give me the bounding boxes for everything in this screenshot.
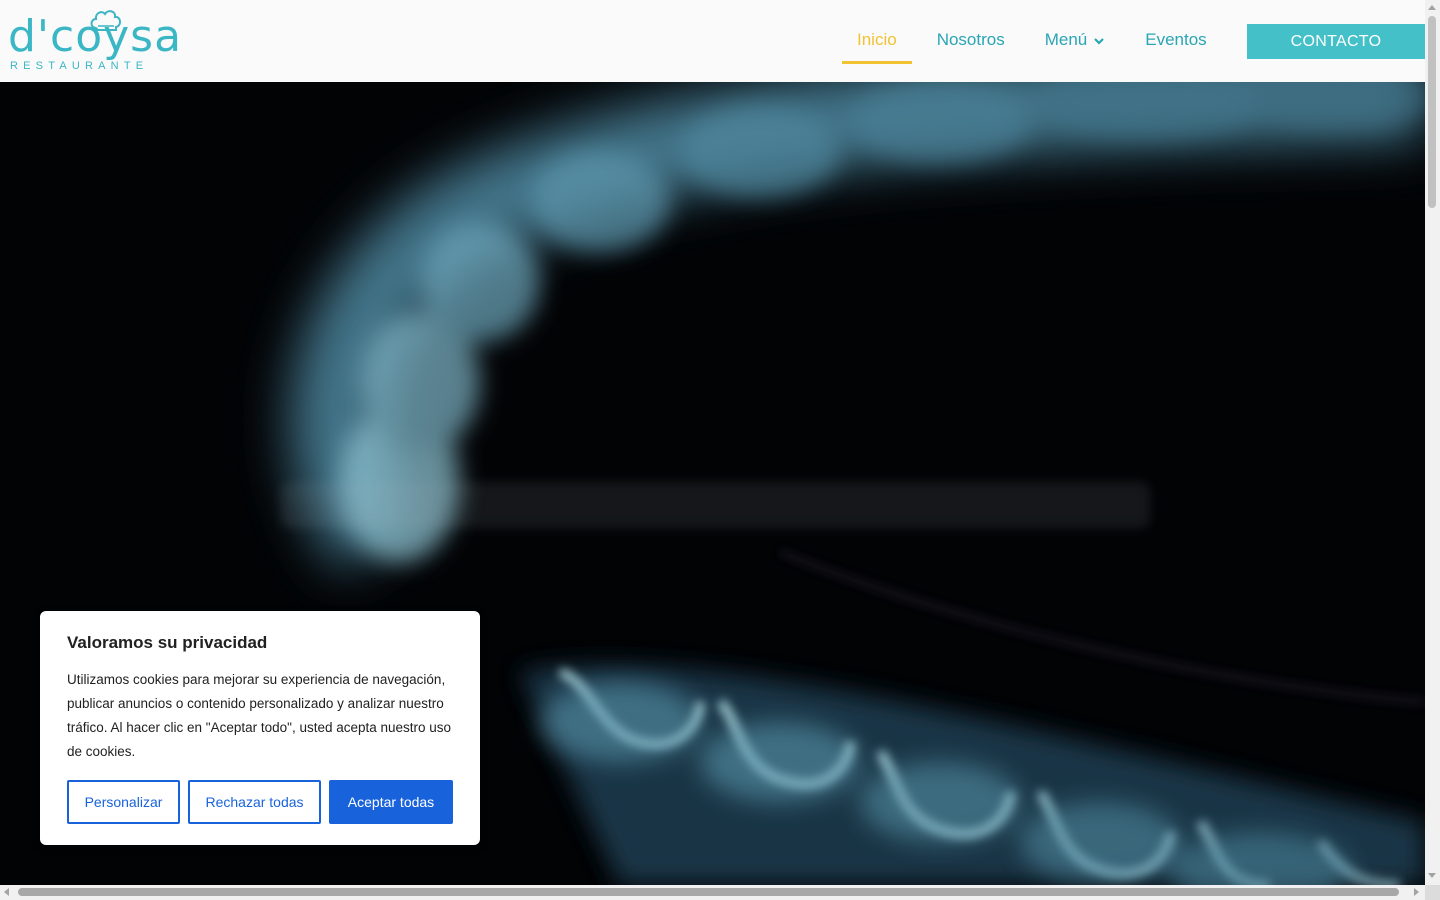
horizontal-scrollbar[interactable]: [0, 885, 1425, 900]
nav-item-menu[interactable]: Menú: [1030, 24, 1121, 64]
scroll-up-icon[interactable]: [1428, 5, 1436, 10]
nav-item-nosotros[interactable]: Nosotros: [922, 24, 1020, 64]
vertical-scrollbar-thumb[interactable]: [1428, 16, 1436, 208]
logo[interactable]: d'coysa RESTAURANTE: [8, 8, 208, 74]
contact-button[interactable]: CONTACTO: [1247, 24, 1425, 59]
nav-item-menu-label: Menú: [1044, 30, 1088, 49]
scrollbar-corner: [1425, 885, 1440, 900]
cookie-description: Utilizamos cookies para mejorar su exper…: [67, 672, 452, 759]
vertical-scrollbar[interactable]: [1425, 0, 1440, 885]
customize-button[interactable]: Personalizar: [67, 780, 180, 824]
logo-tagline: RESTAURANTE: [10, 60, 149, 72]
cookie-title: Valoramos su privacidad: [67, 633, 268, 652]
cookie-consent-banner: Valoramos su privacidad Utilizamos cooki…: [40, 611, 480, 845]
chevron-down-icon: [1094, 38, 1105, 45]
reject-all-button[interactable]: Rechazar todas: [188, 780, 321, 824]
horizontal-scrollbar-thumb[interactable]: [18, 888, 1399, 896]
nav-item-eventos[interactable]: Eventos: [1130, 24, 1221, 64]
scroll-left-icon[interactable]: [4, 888, 9, 896]
scroll-down-icon[interactable]: [1428, 873, 1436, 878]
site-header: d'coysa RESTAURANTE Inicio Nosotros Menú…: [0, 0, 1425, 82]
main-nav: Inicio Nosotros Menú Eventos: [842, 24, 1222, 64]
scroll-right-icon[interactable]: [1414, 888, 1419, 896]
logo-wordmark: d'coysa: [8, 11, 183, 62]
accept-all-button[interactable]: Aceptar todas: [329, 780, 453, 824]
nav-item-inicio[interactable]: Inicio: [842, 24, 912, 64]
